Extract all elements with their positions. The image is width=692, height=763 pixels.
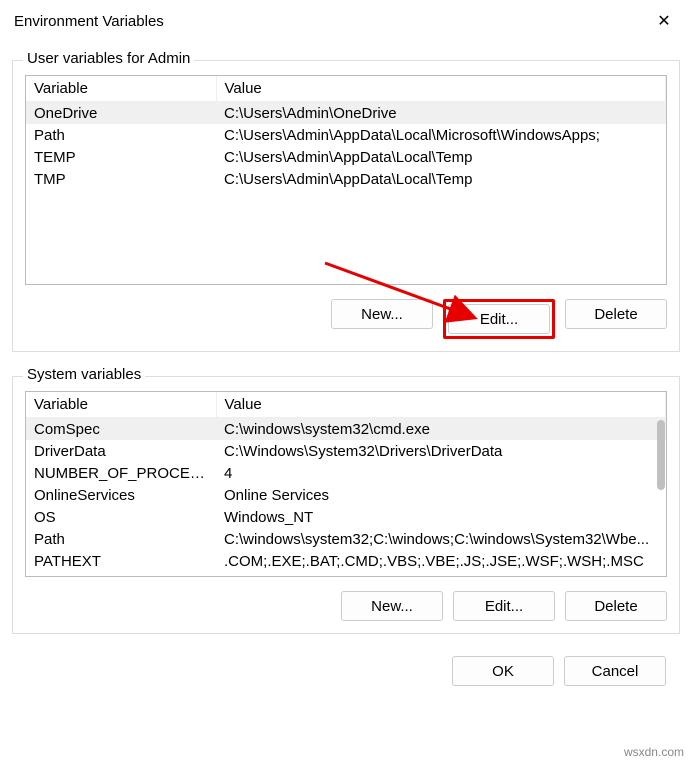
user-delete-button[interactable]: Delete: [565, 299, 667, 329]
cell-value: .COM;.EXE;.BAT;.CMD;.VBS;.VBE;.JS;.JSE;.…: [216, 550, 666, 572]
cell-variable: OnlineServices: [26, 484, 216, 506]
cell-variable: OneDrive: [26, 102, 216, 125]
cell-variable: DriverData: [26, 440, 216, 462]
user-variables-label: User variables for Admin: [23, 50, 194, 67]
system-header-value[interactable]: Value: [216, 392, 666, 418]
cell-value: C:\windows\system32;C:\windows;C:\window…: [216, 528, 666, 550]
cell-value: C:\Users\Admin\OneDrive: [216, 102, 666, 125]
user-header-variable[interactable]: Variable: [26, 76, 216, 102]
dialog-footer: OK Cancel: [12, 634, 680, 686]
cell-variable: Path: [26, 124, 216, 146]
cell-variable: OS: [26, 506, 216, 528]
table-row[interactable]: PathC:\Users\Admin\AppData\Local\Microso…: [26, 124, 666, 146]
table-row[interactable]: TMPC:\Users\Admin\AppData\Local\Temp: [26, 168, 666, 190]
titlebar: Environment Variables ✕: [0, 0, 692, 36]
system-variables-table[interactable]: Variable Value ComSpecC:\windows\system3…: [26, 392, 666, 572]
cell-value: C:\Windows\System32\Drivers\DriverData: [216, 440, 666, 462]
user-variables-table[interactable]: Variable Value OneDriveC:\Users\Admin\On…: [26, 76, 666, 190]
cell-value: 4: [216, 462, 666, 484]
system-scrollbar[interactable]: [657, 420, 665, 490]
user-header-value[interactable]: Value: [216, 76, 666, 102]
cell-variable: ComSpec: [26, 418, 216, 441]
cancel-button[interactable]: Cancel: [564, 656, 666, 686]
cell-variable: NUMBER_OF_PROCESSORS: [26, 462, 216, 484]
user-variables-group: User variables for Admin Variable Value …: [12, 60, 680, 352]
cell-variable: PATHEXT: [26, 550, 216, 572]
user-edit-button[interactable]: Edit...: [448, 304, 550, 334]
ok-button[interactable]: OK: [452, 656, 554, 686]
cell-variable: Path: [26, 528, 216, 550]
system-variables-table-container: Variable Value ComSpecC:\windows\system3…: [25, 391, 667, 577]
cell-value: C:\Users\Admin\AppData\Local\Temp: [216, 146, 666, 168]
cell-value: C:\Users\Admin\AppData\Local\Temp: [216, 168, 666, 190]
table-row[interactable]: OSWindows_NT: [26, 506, 666, 528]
table-row[interactable]: OnlineServicesOnline Services: [26, 484, 666, 506]
system-new-button[interactable]: New...: [341, 591, 443, 621]
system-header-variable[interactable]: Variable: [26, 392, 216, 418]
table-row[interactable]: OneDriveC:\Users\Admin\OneDrive: [26, 102, 666, 125]
cell-variable: TMP: [26, 168, 216, 190]
table-row[interactable]: ComSpecC:\windows\system32\cmd.exe: [26, 418, 666, 441]
cell-variable: TEMP: [26, 146, 216, 168]
window-title: Environment Variables: [14, 13, 164, 30]
user-new-button[interactable]: New...: [331, 299, 433, 329]
close-icon[interactable]: ✕: [650, 11, 678, 31]
table-row[interactable]: NUMBER_OF_PROCESSORS4: [26, 462, 666, 484]
annotation-highlight: Edit...: [443, 299, 555, 339]
system-delete-button[interactable]: Delete: [565, 591, 667, 621]
system-variables-group: System variables Variable Value ComSpecC…: [12, 376, 680, 634]
system-variables-label: System variables: [23, 366, 145, 383]
cell-value: C:\windows\system32\cmd.exe: [216, 418, 666, 441]
user-variables-table-container: Variable Value OneDriveC:\Users\Admin\On…: [25, 75, 667, 285]
table-row[interactable]: DriverDataC:\Windows\System32\Drivers\Dr…: [26, 440, 666, 462]
cell-value: C:\Users\Admin\AppData\Local\Microsoft\W…: [216, 124, 666, 146]
table-row[interactable]: PATHEXT.COM;.EXE;.BAT;.CMD;.VBS;.VBE;.JS…: [26, 550, 666, 572]
system-edit-button[interactable]: Edit...: [453, 591, 555, 621]
cell-value: Online Services: [216, 484, 666, 506]
table-row[interactable]: PathC:\windows\system32;C:\windows;C:\wi…: [26, 528, 666, 550]
cell-value: Windows_NT: [216, 506, 666, 528]
table-row[interactable]: TEMPC:\Users\Admin\AppData\Local\Temp: [26, 146, 666, 168]
watermark: wsxdn.com: [624, 745, 684, 759]
